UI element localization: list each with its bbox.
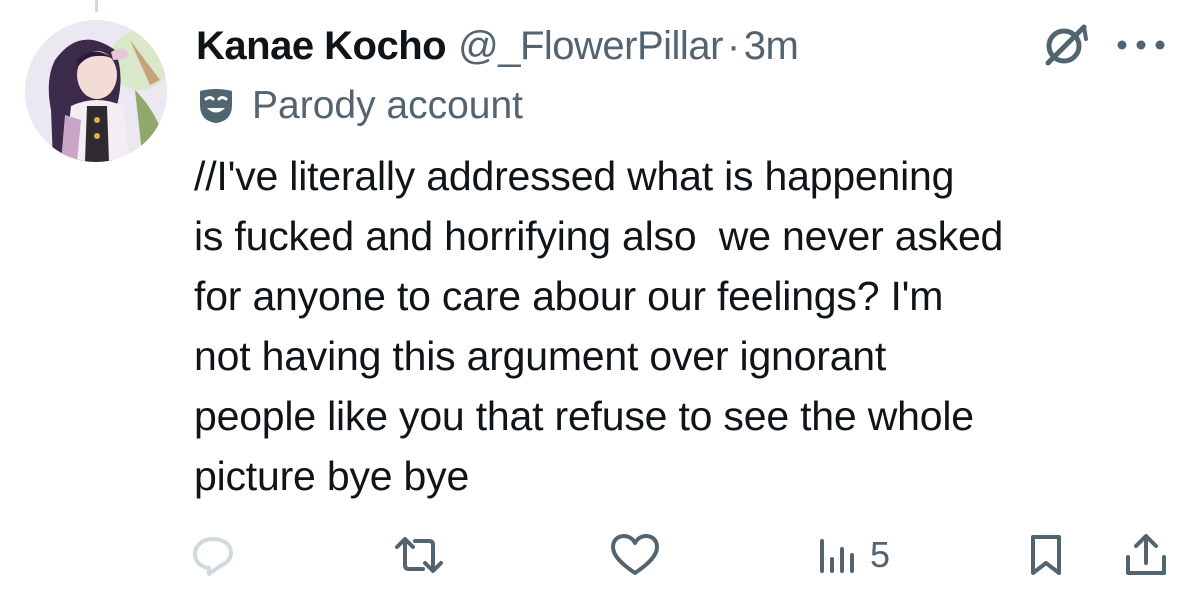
author-name[interactable]: Kanae Kocho (196, 24, 447, 69)
parody-label: Parody account (196, 80, 523, 132)
bookmark-button[interactable] (1028, 533, 1064, 577)
retweet-icon (395, 537, 443, 573)
retweet-button[interactable] (393, 533, 445, 577)
share-button[interactable] (1124, 533, 1168, 577)
reply-button[interactable] (190, 533, 236, 577)
like-icon (611, 534, 659, 575)
like-button[interactable] (610, 533, 660, 577)
bookmark-icon (1031, 535, 1061, 575)
tweet-header: Kanae Kocho @_FlowerPillar · 3m (196, 18, 799, 74)
tweet-text: //I've literally addressed what is happe… (194, 153, 1004, 499)
grok-icon[interactable] (1040, 19, 1092, 71)
tweet-actions: 5 (0, 525, 1200, 585)
author-handle[interactable]: @_FlowerPillar (458, 24, 723, 69)
avatar[interactable] (25, 20, 167, 162)
share-icon (1126, 534, 1166, 575)
views-icon (820, 539, 854, 573)
parody-mask-icon (200, 89, 232, 123)
header-actions (1040, 20, 1168, 70)
parody-label-text: Parody account (252, 84, 524, 127)
timestamp[interactable]: 3m (744, 24, 799, 69)
avatar-image (25, 20, 167, 162)
views-count: 5 (870, 534, 891, 575)
more-icon[interactable] (1114, 35, 1168, 55)
separator-dot: · (726, 23, 740, 68)
views-button[interactable]: 5 (818, 533, 890, 577)
reply-icon (193, 537, 233, 576)
tweet[interactable]: Kanae Kocho @_FlowerPillar · 3m Parody a… (0, 0, 1200, 609)
thread-line (95, 0, 98, 12)
